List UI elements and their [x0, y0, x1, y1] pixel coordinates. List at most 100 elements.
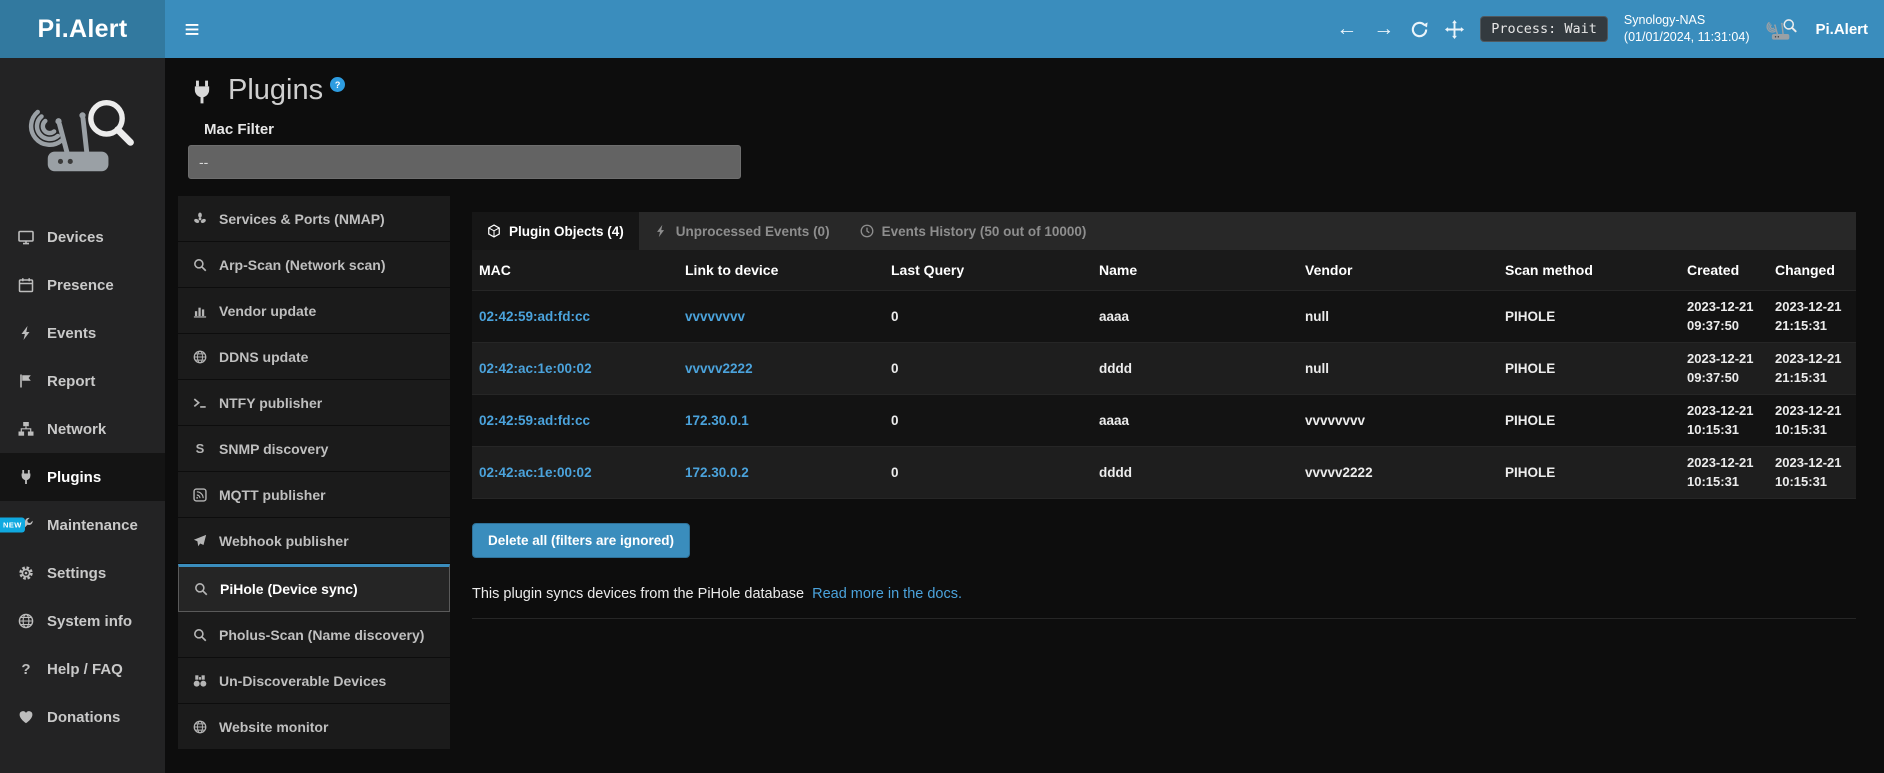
- plugins-content: Services & Ports (NMAP) Arp-Scan (Networ…: [165, 196, 1884, 750]
- plugin-nav-label: Services & Ports (NMAP): [219, 211, 385, 227]
- sidebar-item-label: System info: [47, 613, 132, 630]
- device-link[interactable]: vvvvvvvv: [678, 309, 884, 324]
- scan-method-cell: PIHOLE: [1498, 413, 1680, 428]
- plugin-description-text: This plugin syncs devices from the PiHol…: [472, 586, 804, 602]
- table-row: 02:42:59:ad:fd:cc 172.30.0.1 0 aaaa vvvv…: [472, 394, 1856, 446]
- plugin-nav-item-un-discoverable-devices[interactable]: Un-Discoverable Devices: [178, 658, 450, 704]
- vendor-cell: vvvvv2222: [1298, 465, 1498, 480]
- column-header-created: Created: [1680, 262, 1768, 278]
- brand-logo[interactable]: Pi.Alert: [0, 0, 165, 58]
- mac-link[interactable]: 02:42:59:ad:fd:cc: [472, 309, 678, 324]
- plugin-nav-item-snmp-discovery[interactable]: S SNMP discovery: [178, 426, 450, 472]
- bolt-icon: [17, 325, 35, 341]
- sidebar-toggle-icon[interactable]: ≡: [165, 0, 219, 58]
- last-query-cell: 0: [884, 413, 1092, 428]
- sidebar: Devices Presence Events Report Network P…: [0, 58, 165, 773]
- plugin-nav-item-mqtt-publisher[interactable]: MQTT publisher: [178, 472, 450, 518]
- sidebar-item-label: Maintenance: [47, 517, 138, 534]
- pialert-router-icon: [1765, 16, 1799, 43]
- plugin-nav-item-services-ports-nmap[interactable]: Services & Ports (NMAP): [178, 196, 450, 242]
- plugin-nav-item-ddns-update[interactable]: DDNS update: [178, 334, 450, 380]
- plugin-nav-item-webhook-publisher[interactable]: Webhook publisher: [178, 518, 450, 564]
- sidebar-item-plugins[interactable]: Plugins: [0, 453, 165, 501]
- tab-label: Plugin Objects (4): [509, 224, 624, 239]
- plugin-nav-item-vendor-update[interactable]: Vendor update: [178, 288, 450, 334]
- sidebar-item-label: Settings: [47, 565, 106, 582]
- plugin-nav-label: Webhook publisher: [219, 533, 349, 549]
- plugin-nav-item-arp-scan[interactable]: Arp-Scan (Network scan): [178, 242, 450, 288]
- sidebar-item-help-faq[interactable]: ? Help / FAQ: [0, 645, 165, 693]
- created-cell: 2023-12-21 09:37:50: [1680, 344, 1768, 394]
- tab-unprocessed-events[interactable]: Unprocessed Events (0): [639, 212, 845, 250]
- globe-icon: [192, 720, 208, 734]
- sidebar-item-donations[interactable]: Donations: [0, 693, 165, 741]
- search-icon: [192, 628, 208, 642]
- name-cell: aaaa: [1092, 413, 1298, 428]
- name-cell: dddd: [1092, 361, 1298, 376]
- refresh-icon[interactable]: [1410, 20, 1429, 39]
- column-header-link: Link to device: [678, 262, 884, 278]
- search-icon: [192, 258, 208, 272]
- plugin-nav-label: Vendor update: [219, 303, 316, 319]
- device-link[interactable]: vvvvv2222: [678, 361, 884, 376]
- changed-cell: 2023-12-21 21:15:31: [1768, 292, 1856, 342]
- mac-filter-label: Mac Filter: [204, 121, 1884, 138]
- binoculars-icon: [192, 674, 208, 688]
- sidebar-item-label: Plugins: [47, 469, 101, 486]
- heart-icon: [17, 709, 35, 725]
- brand-name: Pi.Alert: [1815, 21, 1868, 38]
- host-name: Synology-NAS: [1624, 12, 1750, 29]
- help-badge[interactable]: ?: [330, 77, 345, 92]
- sidebar-item-settings[interactable]: Settings: [0, 549, 165, 597]
- top-bar: Pi.Alert ≡ ← → Process: Wait Synology-NA…: [0, 0, 1884, 58]
- tab-events-history[interactable]: Events History (50 out of 10000): [845, 212, 1102, 250]
- device-link[interactable]: 172.30.0.1: [678, 413, 884, 428]
- column-header-changed: Changed: [1768, 262, 1856, 278]
- plugin-nav-label: Arp-Scan (Network scan): [219, 257, 385, 273]
- plugin-nav-item-pholus-scan[interactable]: Pholus-Scan (Name discovery): [178, 612, 450, 658]
- mac-link[interactable]: 02:42:ac:1e:00:02: [472, 361, 678, 376]
- sidebar-item-report[interactable]: Report: [0, 357, 165, 405]
- plugin-nav-item-website-monitor[interactable]: Website monitor: [178, 704, 450, 750]
- plugin-description: This plugin syncs devices from the PiHol…: [472, 586, 1856, 619]
- created-cell: 2023-12-21 09:37:50: [1680, 292, 1768, 342]
- chart-icon: [192, 304, 208, 318]
- device-link[interactable]: 172.30.0.2: [678, 465, 884, 480]
- forward-icon[interactable]: →: [1373, 17, 1394, 41]
- column-header-scan-method: Scan method: [1498, 262, 1680, 278]
- sidebar-item-system-info[interactable]: System info: [0, 597, 165, 645]
- sidebar-item-maintenance[interactable]: NEW Maintenance: [0, 501, 165, 549]
- sidebar-item-label: Help / FAQ: [47, 661, 123, 678]
- plugin-nav-item-pihole-device-sync[interactable]: PiHole (Device sync): [178, 564, 450, 612]
- sidebar-item-label: Events: [47, 325, 96, 342]
- snmp-icon: S: [192, 441, 208, 456]
- sidebar-item-events[interactable]: Events: [0, 309, 165, 357]
- mac-link[interactable]: 02:42:ac:1e:00:02: [472, 465, 678, 480]
- sidebar-item-devices[interactable]: Devices: [0, 213, 165, 261]
- mac-link[interactable]: 02:42:59:ad:fd:cc: [472, 413, 678, 428]
- table-row: 02:42:59:ad:fd:cc vvvvvvvv 0 aaaa null P…: [472, 290, 1856, 342]
- mac-filter-input[interactable]: [188, 145, 741, 179]
- tab-plugin-objects[interactable]: Plugin Objects (4): [472, 212, 639, 250]
- delete-all-button[interactable]: Delete all (filters are ignored): [472, 523, 690, 558]
- plugin-nav-label: MQTT publisher: [219, 487, 326, 503]
- plug-icon: [189, 79, 215, 105]
- created-cell: 2023-12-21 10:15:31: [1680, 448, 1768, 498]
- move-icon[interactable]: [1445, 20, 1464, 39]
- fan-icon: [192, 212, 208, 226]
- sidebar-item-presence[interactable]: Presence: [0, 261, 165, 309]
- plugin-nav-item-ntfy-publisher[interactable]: NTFY publisher: [178, 380, 450, 426]
- sidebar-item-network[interactable]: Network: [0, 405, 165, 453]
- column-header-vendor: Vendor: [1298, 262, 1498, 278]
- plugin-nav-label: Website monitor: [219, 719, 328, 735]
- host-info: Synology-NAS (01/01/2024, 11:31:04): [1624, 12, 1750, 46]
- column-header-last-query: Last Query: [884, 262, 1092, 278]
- plugin-objects-table: MAC Link to device Last Query Name Vendo…: [472, 250, 1856, 499]
- scan-method-cell: PIHOLE: [1498, 465, 1680, 480]
- sitemap-icon: [17, 421, 35, 437]
- page-title: Plugins: [228, 74, 323, 107]
- back-icon[interactable]: ←: [1336, 17, 1357, 41]
- terminal-icon: [192, 396, 208, 410]
- vendor-cell: null: [1298, 361, 1498, 376]
- docs-link[interactable]: Read more in the docs.: [812, 586, 962, 602]
